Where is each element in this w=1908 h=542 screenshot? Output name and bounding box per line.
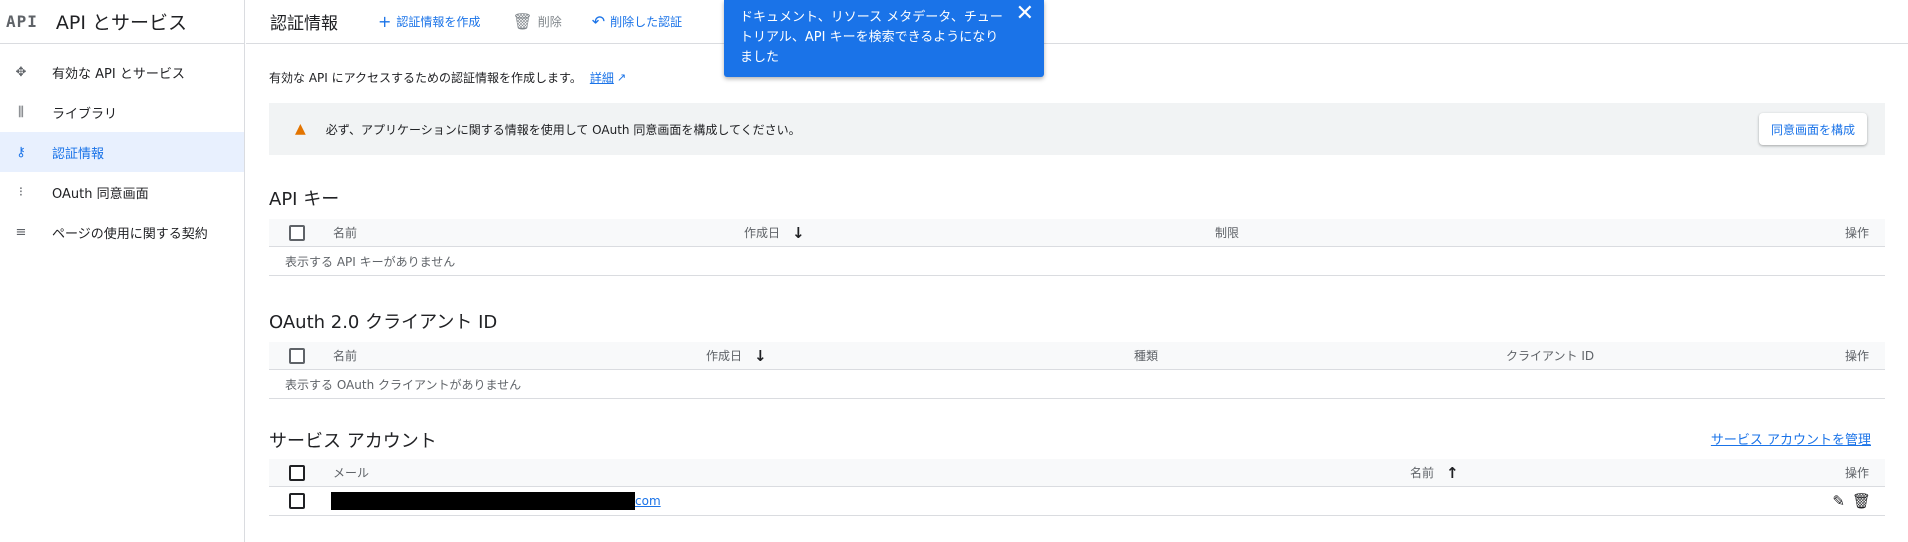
sidebar-item-label: ページの使用に関する契約 xyxy=(52,226,208,242)
page-title: 認証情報 xyxy=(270,14,338,34)
delete-label: 削除 xyxy=(537,15,562,29)
intro-text: 有効な API にアクセスするための認証情報を作成します。 xyxy=(269,71,582,85)
table-header: メール 名前 ↑ 操作 xyxy=(269,459,1885,487)
select-all-checkbox[interactable] xyxy=(289,224,305,241)
column-name[interactable]: 名前 xyxy=(1410,464,1434,481)
sidebar-item-label: OAuth 同意画面 xyxy=(52,186,149,202)
edit-icon[interactable]: ✎ xyxy=(1832,492,1845,510)
move-icon: ✥ xyxy=(15,64,27,80)
sidebar: API API とサービス ✥ 有効な API とサービス ⫼ ライブラリ ⚷ … xyxy=(0,0,245,542)
main-content: 有効な API にアクセスするための認証情報を作成します。 詳細 ↗ ▲ 必ず、… xyxy=(269,44,1885,516)
trash-icon: 🗑 xyxy=(512,12,533,31)
sidebar-item-page-usage-agreements[interactable]: ≡ ページの使用に関する契約 xyxy=(0,212,244,252)
column-created[interactable]: 作成日 xyxy=(706,347,742,364)
sidebar-item-oauth-consent[interactable]: ⁝ OAuth 同意画面 xyxy=(0,172,244,212)
empty-row: 表示する OAuth クライアントがありません xyxy=(269,370,1885,399)
sidebar-header: API API とサービス xyxy=(0,0,244,44)
column-name[interactable]: 名前 xyxy=(333,224,357,241)
close-icon[interactable]: ✕ xyxy=(1016,3,1034,25)
empty-message: 表示する API キーがありません xyxy=(285,254,456,269)
learn-more-link[interactable]: 詳細 xyxy=(590,69,614,86)
column-created[interactable]: 作成日 xyxy=(744,224,780,241)
oauth-table: 名前 作成日 ↓ 種類 クライアント ID 操作 表示する OAuth クライア… xyxy=(269,342,1885,399)
arrow-up-icon[interactable]: ↑ xyxy=(1446,464,1459,482)
arrow-down-icon[interactable]: ↓ xyxy=(754,347,767,365)
table-header: 名前 作成日 ↓ 制限 操作 xyxy=(269,219,1885,247)
plus-icon: + xyxy=(378,12,392,31)
settings-list-icon: ≡ xyxy=(15,224,27,240)
column-email[interactable]: メール xyxy=(333,464,369,481)
sidebar-item-credentials[interactable]: ⚷ 認証情報 xyxy=(0,132,244,172)
row-checkbox[interactable] xyxy=(289,493,305,509)
column-client-id[interactable]: クライアント ID xyxy=(1506,347,1594,364)
sidebar-item-label: ライブラリ xyxy=(52,106,118,122)
restore-deleted-button[interactable]: ↶ 削除した認証 xyxy=(592,12,682,31)
column-type[interactable]: 種類 xyxy=(1134,347,1158,364)
external-link-icon: ↗ xyxy=(616,71,627,84)
undo-icon: ↶ xyxy=(591,12,606,31)
column-actions: 操作 xyxy=(1844,226,1869,240)
product-title: API とサービス xyxy=(55,12,188,34)
column-actions: 操作 xyxy=(1844,466,1869,480)
key-icon: ⚷ xyxy=(16,144,26,160)
api-logo: API xyxy=(6,12,38,31)
sidebar-item-library[interactable]: ⫼ ライブラリ xyxy=(0,92,244,132)
column-name[interactable]: 名前 xyxy=(333,347,357,364)
delete-button[interactable]: 🗑 削除 xyxy=(512,12,561,31)
consent-icon: ⁝ xyxy=(18,184,24,200)
oauth-title: OAuth 2.0 クライアント ID xyxy=(269,312,498,333)
redacted-email xyxy=(331,492,635,510)
service-accounts-header: サービス アカウント サービス アカウントを管理 xyxy=(269,427,1885,452)
api-keys-title: API キー xyxy=(269,189,340,210)
create-credentials-button[interactable]: + 認証情報を作成 xyxy=(378,12,480,31)
create-credentials-label: 認証情報を作成 xyxy=(396,15,481,29)
select-all-checkbox[interactable] xyxy=(289,464,305,481)
empty-row: 表示する API キーがありません xyxy=(269,247,1885,276)
service-accounts-table: メール 名前 ↑ 操作 com ✎ 🗑 xyxy=(269,459,1885,516)
empty-message: 表示する OAuth クライアントがありません xyxy=(285,377,522,392)
restore-deleted-label: 削除した認証 xyxy=(610,15,683,29)
column-actions: 操作 xyxy=(1844,349,1869,363)
table-header: 名前 作成日 ↓ 種類 クライアント ID 操作 xyxy=(269,342,1885,370)
trash-icon[interactable]: 🗑 xyxy=(1852,492,1871,510)
manage-service-accounts-link[interactable]: サービス アカウントを管理 xyxy=(1711,429,1871,448)
service-accounts-title: サービス アカウント xyxy=(269,431,437,452)
banner-text: 必ず、アプリケーションに関する情報を使用して OAuth 同意画面を構成してくだ… xyxy=(325,122,801,137)
select-all-checkbox[interactable] xyxy=(289,347,305,364)
arrow-down-icon[interactable]: ↓ xyxy=(792,224,805,242)
column-restrictions[interactable]: 制限 xyxy=(1215,224,1239,241)
configure-consent-button[interactable]: 同意画面を構成 xyxy=(1758,113,1867,145)
sidebar-item-enabled-apis[interactable]: ✥ 有効な API とサービス xyxy=(0,52,244,92)
library-icon: ⫼ xyxy=(18,104,24,120)
sidebar-item-label: 有効な API とサービス xyxy=(52,66,185,82)
sidebar-item-label: 認証情報 xyxy=(52,146,105,162)
api-keys-table: 名前 作成日 ↓ 制限 操作 表示する API キーがありません xyxy=(269,219,1885,276)
table-row: com ✎ 🗑 xyxy=(269,487,1885,516)
warning-icon: ▲ xyxy=(295,121,306,137)
intro: 有効な API にアクセスするための認証情報を作成します。 詳細 ↗ xyxy=(269,69,1885,86)
email-link[interactable]: com xyxy=(635,494,661,508)
consent-warning-banner: ▲ 必ず、アプリケーションに関する情報を使用して OAuth 同意画面を構成して… xyxy=(269,103,1885,155)
toolbar: 認証情報 + 認証情報を作成 🗑 削除 ↶ 削除した認証 xyxy=(246,0,1908,44)
